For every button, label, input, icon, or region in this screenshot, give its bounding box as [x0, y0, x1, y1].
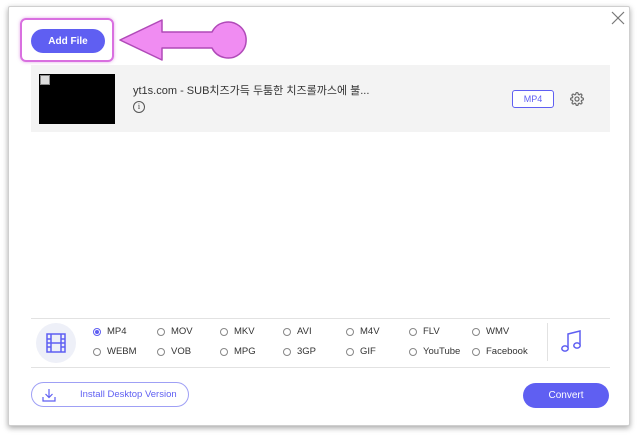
format-option-wmv[interactable]: WMV — [472, 326, 509, 337]
info-icon[interactable]: i — [133, 101, 145, 113]
radio-icon — [220, 347, 228, 356]
format-label: MP4 — [107, 326, 127, 337]
gear-icon[interactable] — [570, 92, 584, 106]
add-file-button[interactable]: Add File — [31, 29, 105, 53]
radio-icon — [283, 347, 291, 356]
format-label: MOV — [171, 326, 193, 337]
format-option-3gp[interactable]: 3GP — [283, 346, 316, 357]
pointer-arrow-icon — [119, 19, 247, 61]
radio-icon — [157, 347, 165, 356]
format-option-vob[interactable]: VOB — [157, 346, 191, 357]
film-icon — [46, 333, 66, 353]
radio-icon — [157, 327, 165, 336]
radio-icon — [93, 327, 101, 336]
format-label: GIF — [360, 346, 376, 357]
format-option-mkv[interactable]: MKV — [220, 326, 255, 337]
install-label: Install Desktop Version — [80, 389, 177, 400]
format-label: WMV — [486, 326, 510, 337]
format-label: VOB — [171, 346, 192, 357]
close-icon[interactable] — [610, 10, 626, 26]
file-name: yt1s.com - SUB치즈가득 두툼한 치즈롤까스에 불... — [133, 85, 370, 97]
broken-image-icon — [40, 75, 50, 85]
audio-format-tab[interactable] — [560, 330, 582, 359]
format-label: Facebook — [486, 346, 528, 357]
radio-icon — [283, 327, 291, 336]
file-row: yt1s.com - SUB치즈가득 두툼한 치즈롤까스에 불... i MP4 — [31, 65, 610, 132]
radio-icon — [220, 327, 228, 336]
video-thumbnail — [39, 74, 115, 124]
format-option-mov[interactable]: MOV — [157, 326, 193, 337]
music-note-icon — [561, 330, 581, 352]
format-label: MKV — [234, 326, 255, 337]
radio-icon — [409, 327, 417, 336]
format-option-mp4[interactable]: MP4 — [93, 326, 127, 337]
format-option-facebook[interactable]: Facebook — [472, 346, 528, 357]
install-desktop-version-button[interactable]: Install Desktop Version — [31, 382, 189, 407]
video-format-tab[interactable] — [36, 323, 76, 363]
format-label: YouTube — [423, 346, 461, 357]
format-option-m4v[interactable]: M4V — [346, 326, 380, 337]
output-format-badge[interactable]: MP4 — [512, 90, 554, 108]
format-option-mpg[interactable]: MPG — [220, 346, 256, 357]
format-option-webm[interactable]: WEBM — [93, 346, 137, 357]
format-label: MPG — [234, 346, 256, 357]
format-panel-top-divider — [31, 318, 610, 319]
radio-icon — [409, 347, 417, 356]
radio-icon — [346, 327, 354, 336]
radio-icon — [472, 327, 480, 336]
footer-divider — [31, 367, 610, 368]
radio-icon — [346, 347, 354, 356]
format-label: M4V — [360, 326, 380, 337]
format-label: AVI — [297, 326, 312, 337]
format-panel-separator — [547, 323, 548, 361]
format-option-flv[interactable]: FLV — [409, 326, 440, 337]
format-option-youtube[interactable]: YouTube — [409, 346, 460, 357]
radio-icon — [93, 347, 101, 356]
format-option-avi[interactable]: AVI — [283, 326, 312, 337]
radio-icon — [472, 347, 480, 356]
format-label: 3GP — [297, 346, 317, 357]
download-icon — [42, 388, 56, 402]
format-label: FLV — [423, 326, 440, 337]
format-option-gif[interactable]: GIF — [346, 346, 376, 357]
format-label: WEBM — [107, 346, 137, 357]
convert-button[interactable]: Convert — [523, 383, 609, 408]
